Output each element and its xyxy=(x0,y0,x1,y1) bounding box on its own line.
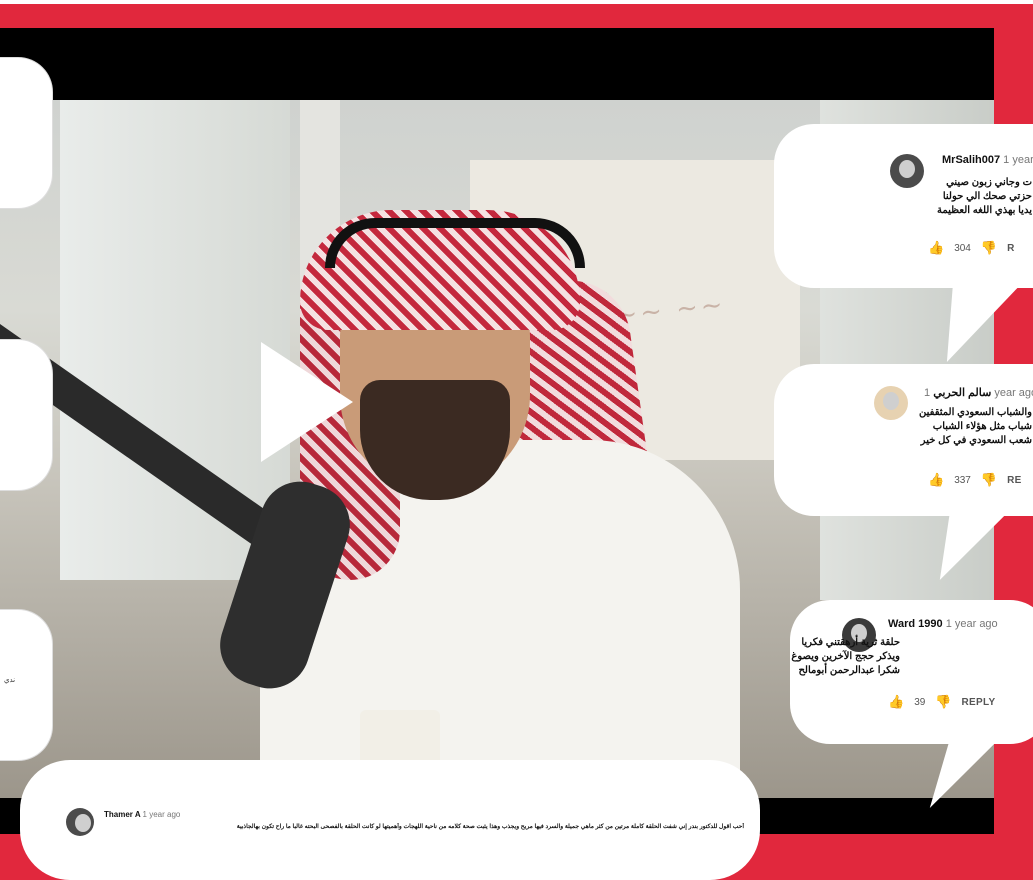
thumbs-down-icon[interactable]: 👎 xyxy=(981,472,997,488)
partial-comment-text: ندي xyxy=(4,677,16,684)
comment-actions: 👍 304 👎 R xyxy=(928,240,1015,256)
reply-button[interactable]: R xyxy=(1007,243,1015,254)
comment-author[interactable]: Ward 1990 1 year ago xyxy=(888,618,998,630)
like-count: 337 xyxy=(954,474,971,486)
comment-author[interactable]: MrSalih007 1 year xyxy=(942,154,1033,166)
avatar[interactable] xyxy=(874,386,908,420)
top-border xyxy=(0,0,1033,4)
comment-text: والشباب السعودي المثقفين شباب مثل هؤلاء … xyxy=(919,407,1032,446)
comment-bubble xyxy=(20,760,760,880)
comment-actions: 👍 337 👎 RE xyxy=(928,472,1022,488)
thumbs-up-icon[interactable]: 👍 xyxy=(888,694,904,710)
comment-bubble: Ward 1990 1 year ago حلقة ثرية أرهقتني ف… xyxy=(790,600,1033,744)
comment-bubble: سالم الحربي 1 year ago والشباب السعودي ا… xyxy=(774,364,1033,516)
like-count: 304 xyxy=(954,242,971,254)
partial-comment-bubble xyxy=(0,58,52,208)
reply-button[interactable]: REPLY xyxy=(962,697,996,708)
reply-button[interactable]: RE xyxy=(1007,475,1022,486)
comment-text: أحب اقول للدكتور بندر إني شفت الحلقة كام… xyxy=(236,824,744,830)
play-button[interactable] xyxy=(240,330,370,470)
like-count: 39 xyxy=(914,696,926,708)
thumbs-down-icon[interactable]: 👎 xyxy=(935,694,951,710)
thumbs-down-icon[interactable]: 👎 xyxy=(981,240,997,256)
avatar[interactable] xyxy=(890,154,924,188)
agal xyxy=(325,218,585,268)
partial-comment-bubble xyxy=(0,340,52,490)
thumbs-up-icon[interactable]: 👍 xyxy=(928,240,944,256)
thumbs-up-icon[interactable]: 👍 xyxy=(928,472,944,488)
avatar[interactable] xyxy=(66,808,94,836)
comment-text: حلقة ثرية أرهقتني فكريا ويذكر حجج الآخري… xyxy=(790,637,900,676)
comment-author[interactable]: سالم الحربي 1 year ago xyxy=(924,386,1033,399)
comment-author[interactable]: Thamer A 1 year ago xyxy=(104,810,180,819)
partial-comment-bubble xyxy=(0,610,52,760)
comment-actions: 👍 39 👎 REPLY xyxy=(888,694,995,710)
comment-bubble: MrSalih007 1 year ت وجاني زبون صيني حزتي… xyxy=(774,124,1033,288)
comment-text: ت وجاني زبون صيني حزتي صحك الي حولنا يدي… xyxy=(937,177,1032,216)
